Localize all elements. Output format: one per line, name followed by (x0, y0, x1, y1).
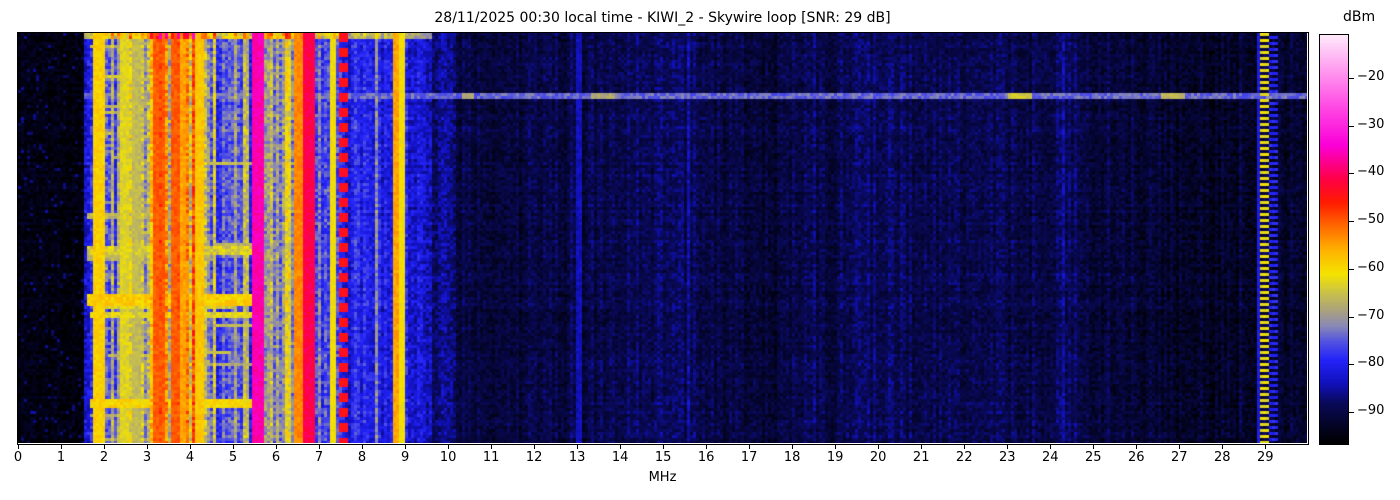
x-axis-label: MHz (648, 470, 677, 485)
x-tick-mark (1050, 444, 1052, 449)
x-tick-label: 3 (142, 450, 152, 465)
x-tick-label: 16 (697, 450, 715, 465)
x-tick-label: 11 (482, 450, 500, 465)
x-tick-label: 24 (1041, 450, 1059, 465)
x-tick-label: 20 (869, 450, 887, 465)
x-tick-mark (18, 444, 19, 449)
x-tick-mark (921, 444, 923, 449)
x-tick-mark (534, 444, 536, 449)
colorbar-tick-mark (1348, 316, 1354, 318)
x-tick-label: 23 (998, 450, 1016, 465)
x-tick-mark (749, 444, 751, 449)
colorbar-canvas (1320, 35, 1348, 444)
x-tick-label: 25 (1084, 450, 1102, 465)
colorbar-tick-mark (1348, 77, 1354, 79)
x-tick-label: 2 (99, 450, 109, 465)
colorbar-tick-label: −60 (1357, 259, 1385, 275)
x-tick-mark (104, 444, 106, 449)
colorbar-tick-label: −30 (1357, 116, 1385, 132)
x-tick-label: 6 (271, 450, 281, 465)
colorbar-tick-label: −80 (1357, 355, 1385, 371)
x-tick-label: 26 (1127, 450, 1145, 465)
colorbar-tick-label: −20 (1357, 68, 1385, 84)
x-tick-mark (620, 444, 622, 449)
x-tick-mark (405, 444, 407, 449)
x-tick-mark (362, 444, 364, 449)
colorbar-tick-mark (1348, 411, 1354, 413)
x-tick-label: 7 (314, 450, 324, 465)
x-tick-label: 29 (1256, 450, 1274, 465)
x-tick-label: 21 (912, 450, 930, 465)
x-tick-mark (964, 444, 966, 449)
x-tick-mark (792, 444, 794, 449)
x-tick-mark (1265, 444, 1267, 449)
x-tick-mark (878, 444, 880, 449)
x-tick-mark (233, 444, 235, 449)
x-tick-label: 15 (654, 450, 672, 465)
x-tick-label: 5 (228, 450, 238, 465)
x-tick-mark (276, 444, 278, 449)
x-tick-label: 9 (400, 450, 410, 465)
colorbar-tick-mark (1348, 173, 1354, 175)
x-tick-label: 4 (185, 450, 195, 465)
x-tick-label: 10 (439, 450, 457, 465)
spectrogram-page: 28/11/2025 00:30 local time - KIWI_2 - S… (0, 0, 1400, 500)
colorbar-tick-mark (1348, 125, 1354, 127)
x-tick-mark (663, 444, 665, 449)
x-tick-label: 22 (955, 450, 973, 465)
x-tick-label: 19 (826, 450, 844, 465)
x-tick-label: 18 (783, 450, 801, 465)
x-tick-mark (448, 444, 450, 449)
x-tick-mark (491, 444, 493, 449)
colorbar-tick-label: −40 (1357, 164, 1385, 180)
x-tick-label: 28 (1213, 450, 1231, 465)
x-tick-mark (577, 444, 579, 449)
x-tick-label: 1 (56, 450, 66, 465)
x-tick-mark (1179, 444, 1181, 449)
colorbar (1319, 34, 1349, 445)
x-tick-mark (1136, 444, 1138, 449)
x-tick-mark (319, 444, 321, 449)
x-tick-label: 8 (357, 450, 367, 465)
x-tick-label: 14 (611, 450, 629, 465)
chart-title: 28/11/2025 00:30 local time - KIWI_2 - S… (434, 10, 891, 26)
colorbar-tick-mark (1348, 364, 1354, 366)
x-tick-mark (1093, 444, 1095, 449)
x-tick-mark (1222, 444, 1224, 449)
x-tick-mark (1007, 444, 1009, 449)
colorbar-tick-mark (1348, 268, 1354, 270)
spectrogram-plot (17, 32, 1309, 445)
colorbar-tick-mark (1348, 221, 1354, 223)
x-tick-mark (190, 444, 192, 449)
x-tick-label: 12 (525, 450, 543, 465)
colorbar-tick-label: −90 (1357, 402, 1385, 418)
x-tick-label: 0 (13, 450, 23, 465)
x-tick-mark (147, 444, 149, 449)
colorbar-tick-label: −50 (1357, 212, 1385, 228)
x-tick-mark (835, 444, 837, 449)
x-tick-label: 17 (740, 450, 758, 465)
spectrogram-canvas (18, 33, 1307, 443)
x-tick-label: 13 (568, 450, 586, 465)
x-tick-mark (706, 444, 708, 449)
x-tick-mark (61, 444, 62, 449)
x-tick-label: 27 (1170, 450, 1188, 465)
colorbar-tick-label: −70 (1357, 307, 1385, 323)
colorbar-unit-label: dBm (1343, 9, 1376, 25)
